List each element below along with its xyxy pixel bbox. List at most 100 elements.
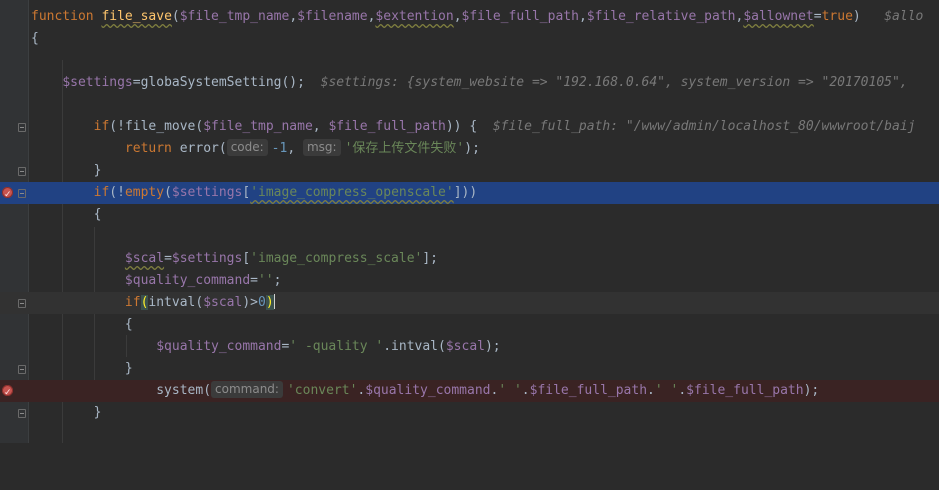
punctuation: (! bbox=[109, 119, 125, 134]
string: ' -quality ' bbox=[289, 339, 384, 354]
code-line-7[interactable]: return error(code: -1, msg: '保存上传文件失败'); bbox=[0, 138, 939, 160]
operator: )> bbox=[242, 295, 258, 310]
punctuation: (! bbox=[109, 185, 125, 200]
comma: , bbox=[312, 119, 329, 134]
variable[interactable]: $settings bbox=[62, 75, 132, 90]
code-line-9-execution-point[interactable]: if(!empty($settings['image_compress_open… bbox=[0, 182, 939, 206]
function-call[interactable]: file_move bbox=[125, 119, 195, 134]
param-var[interactable]: $file_full_path bbox=[462, 9, 579, 24]
paren: ( bbox=[218, 141, 227, 156]
paren: ( bbox=[171, 9, 180, 24]
brace: { bbox=[31, 31, 39, 46]
code-line-6[interactable]: if(!file_move($file_tmp_name, $file_full… bbox=[0, 116, 939, 138]
paren: ( bbox=[438, 339, 446, 354]
code-line-15[interactable]: { bbox=[0, 314, 939, 336]
param-var[interactable]: $extention bbox=[375, 9, 453, 24]
function-call[interactable]: system bbox=[156, 383, 203, 398]
operator: = bbox=[813, 9, 822, 24]
comma: , bbox=[289, 9, 298, 24]
variable[interactable]: $settings bbox=[172, 185, 242, 200]
code-line-2[interactable]: { bbox=[0, 28, 939, 50]
operator: . bbox=[383, 339, 392, 354]
function-name[interactable]: file_save bbox=[101, 9, 171, 24]
code-line-4[interactable]: $settings=globaSystemSetting(); $setting… bbox=[0, 72, 939, 94]
punctuation: ); bbox=[803, 383, 820, 398]
constant: true bbox=[821, 9, 853, 24]
code-line-13[interactable]: $quality_command=''; bbox=[0, 270, 939, 292]
punctuation: ])) bbox=[453, 185, 478, 200]
number: 0 bbox=[258, 295, 266, 310]
code-line-1[interactable]: function file_save($file_tmp_name,$filen… bbox=[0, 6, 939, 28]
debug-value-hint: $allo bbox=[884, 9, 924, 24]
code-line-16[interactable]: $quality_command=' -quality '.intval($sc… bbox=[0, 336, 939, 358]
debug-value-hint: $file_full_path: "/www/admin/localhost_8… bbox=[492, 119, 916, 134]
code-line-14-current[interactable]: if(intval($scal)>0) bbox=[0, 292, 939, 314]
fold-marker-icon[interactable] bbox=[18, 189, 26, 198]
variable[interactable]: $scal bbox=[446, 339, 485, 354]
breakpoint-icon[interactable] bbox=[2, 184, 13, 206]
variable[interactable]: $quality_command bbox=[125, 273, 250, 288]
code-line-10[interactable]: { bbox=[0, 204, 939, 226]
operator: . bbox=[678, 383, 687, 398]
fold-marker-icon[interactable] bbox=[18, 167, 26, 176]
variable[interactable]: $quality_command bbox=[156, 339, 281, 354]
brace: } bbox=[93, 405, 102, 420]
variable[interactable]: $file_full_path bbox=[530, 383, 647, 398]
param-var[interactable]: $file_relative_path bbox=[587, 9, 736, 24]
keyword: function bbox=[31, 9, 94, 24]
comma: , bbox=[453, 9, 462, 24]
param-var[interactable]: $allownet bbox=[743, 9, 813, 24]
function-call[interactable]: empty bbox=[125, 185, 164, 200]
paren: ( bbox=[164, 185, 172, 200]
punctuation: ); bbox=[464, 141, 480, 156]
matched-paren: ) bbox=[265, 295, 274, 310]
variable[interactable]: $settings bbox=[172, 251, 242, 266]
code-line-18-breakpoint[interactable]: system(command:'convert'. $quality_comman… bbox=[0, 380, 939, 404]
brace: } bbox=[93, 163, 102, 178]
variable[interactable]: $file_full_path bbox=[328, 119, 445, 134]
function-call[interactable]: intval bbox=[391, 339, 438, 354]
parameter-hint: command: bbox=[211, 381, 283, 398]
brace: { bbox=[124, 317, 133, 332]
variable[interactable]: $scal bbox=[203, 295, 242, 310]
breakpoint-icon[interactable] bbox=[2, 382, 13, 404]
code-line-17[interactable]: } bbox=[0, 358, 939, 380]
comma: , bbox=[578, 9, 587, 24]
fold-marker-icon[interactable] bbox=[18, 123, 26, 132]
text-caret bbox=[273, 294, 275, 309]
operator: = bbox=[250, 273, 258, 288]
operator: . bbox=[521, 383, 530, 398]
punctuation: ; bbox=[273, 273, 282, 288]
keyword: if bbox=[93, 119, 110, 134]
punctuation: )) { bbox=[445, 119, 478, 134]
code-editor[interactable]: function file_save($file_tmp_name,$filen… bbox=[0, 0, 939, 443]
fold-marker-icon[interactable] bbox=[18, 299, 26, 308]
variable[interactable]: $scal bbox=[125, 251, 164, 266]
brace: { bbox=[93, 207, 102, 222]
operator: = bbox=[164, 251, 172, 266]
debug-value-hint: $settings: {system_website => "192.168.0… bbox=[320, 75, 908, 90]
param-var[interactable]: $filename bbox=[297, 9, 367, 24]
parameter-hint: msg: bbox=[302, 139, 341, 156]
param-var[interactable]: $file_tmp_name bbox=[180, 9, 290, 24]
operator: = bbox=[132, 75, 141, 90]
fold-marker-icon[interactable] bbox=[18, 365, 26, 374]
bracket: [ bbox=[242, 185, 251, 200]
string: 'image_compress_openscale' bbox=[250, 185, 454, 200]
function-call[interactable]: intval bbox=[148, 295, 195, 310]
function-call[interactable]: error bbox=[180, 141, 219, 156]
fold-marker-icon[interactable] bbox=[18, 409, 26, 418]
code-line-8[interactable]: } bbox=[0, 160, 939, 182]
variable[interactable]: $file_full_path bbox=[686, 383, 803, 398]
variable[interactable]: $quality_command bbox=[365, 383, 490, 398]
code-line-19[interactable]: } bbox=[0, 402, 939, 424]
operator: . bbox=[647, 383, 655, 398]
variable[interactable]: $file_tmp_name bbox=[203, 119, 313, 134]
keyword: if bbox=[93, 185, 110, 200]
code-line-12[interactable]: $scal=$settings['image_compress_scale']; bbox=[0, 248, 939, 270]
punctuation: (); bbox=[281, 75, 305, 90]
punctuation: ); bbox=[484, 339, 501, 354]
function-call[interactable]: globaSystemSetting bbox=[141, 75, 282, 90]
keyword: if bbox=[124, 295, 141, 310]
string: '保存上传文件失败' bbox=[344, 141, 465, 156]
